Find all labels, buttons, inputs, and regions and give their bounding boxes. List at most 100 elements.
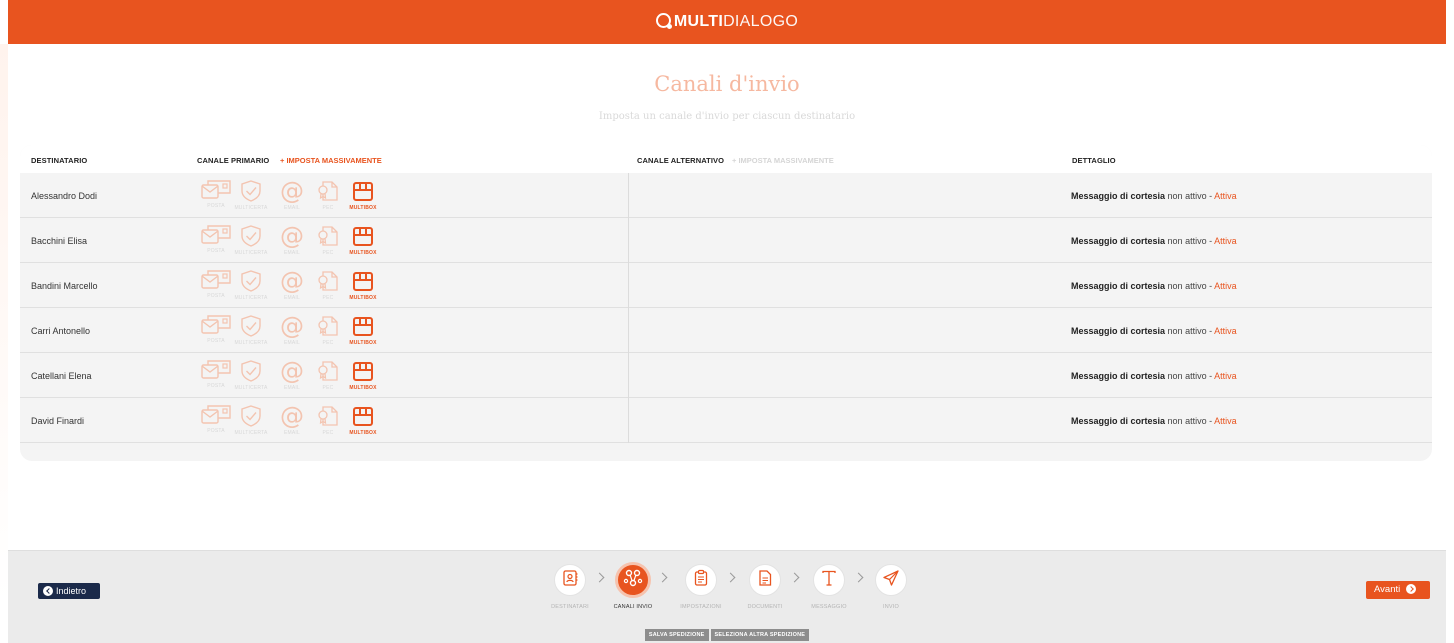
courtesy-message-label: Messaggio di cortesia (1071, 281, 1166, 291)
at-sign-icon: @ (272, 359, 312, 383)
channel-pec-option[interactable]: PEC (308, 179, 348, 215)
shield-check-icon (231, 269, 271, 293)
channel-multibox-option[interactable]: MULTIBOX (343, 404, 383, 440)
detail-cell: Messaggio di cortesia non attivo - Attiv… (1071, 281, 1237, 291)
channel-posta-option[interactable]: POSTA (196, 404, 236, 440)
set-alternative-bulk-link[interactable]: + IMPOSTA MASSIVAMENTE (732, 156, 834, 165)
recipient-name: Alessandro Dodi (31, 191, 98, 201)
channel-email-option[interactable]: @ EMAIL (272, 359, 312, 395)
channel-multicerta-option[interactable]: MULTICERTA (231, 404, 271, 440)
select-other-shipment-button[interactable]: SELEZIONA ALTRA SPEDIZIONE (710, 629, 810, 641)
detail-separator: - (1209, 281, 1213, 291)
svg-text:@: @ (280, 269, 304, 293)
left-gutter (0, 44, 8, 604)
wizard-step[interactable]: INVIO (861, 564, 921, 610)
detail-separator: - (1209, 236, 1213, 246)
activate-link[interactable]: Attiva (1214, 371, 1237, 381)
activate-link[interactable]: Attiva (1214, 326, 1237, 336)
detail-separator: - (1209, 191, 1213, 201)
address-book-icon (561, 569, 579, 592)
channel-label: EMAIL (283, 430, 300, 436)
detail-cell: Messaggio di cortesia non attivo - Attiv… (1071, 191, 1237, 201)
channel-label: MULTICERTA (234, 385, 268, 391)
activate-link[interactable]: Attiva (1214, 191, 1237, 201)
channel-multibox-option[interactable]: MULTIBOX (343, 314, 383, 350)
at-sign-icon: @ (272, 179, 312, 203)
header-primary-channel: CANALE PRIMARIO (197, 156, 270, 165)
svg-text:@: @ (280, 314, 304, 338)
recipient-name: David Finardi (31, 416, 85, 426)
step-bubble (875, 564, 907, 596)
channel-pec-option[interactable]: PEC (308, 224, 348, 260)
step-label: INVIO (883, 604, 899, 610)
activate-link[interactable]: Attiva (1214, 416, 1237, 426)
channel-label: MULTIBOX (349, 205, 377, 211)
channel-email-option[interactable]: @ EMAIL (272, 314, 312, 350)
recipient-name: Catellani Elena (31, 371, 92, 381)
channel-email-option[interactable]: @ EMAIL (272, 179, 312, 215)
step-label: MESSAGGIO (811, 604, 847, 610)
multidialogo-logo[interactable]: MULTIDIALOGO (8, 13, 1446, 31)
next-button[interactable]: Avanti (1366, 581, 1430, 599)
channel-posta-option[interactable]: POSTA (196, 179, 236, 215)
channel-multibox-option[interactable]: MULTIBOX (343, 224, 383, 260)
column-divider (628, 173, 629, 218)
channel-email-option[interactable]: @ EMAIL (272, 224, 312, 260)
channel-multibox-option[interactable]: MULTIBOX (343, 359, 383, 395)
channel-email-option[interactable]: @ EMAIL (272, 269, 312, 305)
box-icon (343, 179, 383, 203)
header-recipient: DESTINATARIO (31, 156, 88, 165)
column-divider (628, 218, 629, 263)
shield-check-icon (231, 179, 271, 203)
table-header: DESTINATARIO CANALE PRIMARIO + IMPOSTA M… (20, 145, 1432, 173)
set-primary-bulk-link[interactable]: + IMPOSTA MASSIVAMENTE (280, 156, 382, 165)
channel-label: PEC (322, 385, 334, 391)
channel-multicerta-option[interactable]: MULTICERTA (231, 179, 271, 215)
wizard-step[interactable]: CANALI INVIO (603, 562, 663, 610)
courtesy-message-label: Messaggio di cortesia (1071, 236, 1166, 246)
mail-postal-icon (196, 359, 236, 381)
step-label: DESTINATARI (551, 604, 589, 610)
channel-label: EMAIL (283, 385, 300, 391)
channel-multibox-option[interactable]: MULTIBOX (343, 179, 383, 215)
at-sign-icon: @ (272, 224, 312, 248)
channel-multibox-option[interactable]: MULTIBOX (343, 269, 383, 305)
channel-posta-option[interactable]: POSTA (196, 269, 236, 305)
courtesy-message-label: Messaggio di cortesia (1071, 416, 1166, 426)
channel-pec-option[interactable]: PEC (308, 269, 348, 305)
channel-multicerta-option[interactable]: MULTICERTA (231, 359, 271, 395)
certified-doc-icon (308, 359, 348, 383)
channel-multicerta-option[interactable]: MULTICERTA (231, 224, 271, 260)
channel-label: MULTICERTA (234, 430, 268, 436)
courtesy-status: non attivo (1167, 416, 1207, 426)
save-shipment-button[interactable]: SALVA SPEDIZIONE (644, 629, 709, 641)
table-row: David Finardi POSTA MULTICERTA @ EMAIL PEC MUL… (20, 398, 1432, 443)
wizard-step[interactable]: DOCUMENTI (735, 564, 795, 610)
channel-pec-option[interactable]: PEC (308, 359, 348, 395)
channel-email-option[interactable]: @ EMAIL (272, 404, 312, 440)
svg-text:@: @ (280, 359, 304, 383)
wizard-step[interactable]: DESTINATARI (540, 564, 600, 610)
channel-multicerta-option[interactable]: MULTICERTA (231, 314, 271, 350)
mail-postal-icon (196, 224, 236, 246)
channel-posta-option[interactable]: POSTA (196, 224, 236, 260)
wizard-step[interactable]: MESSAGGIO (799, 564, 859, 610)
svg-text:@: @ (280, 404, 304, 428)
column-divider (628, 353, 629, 398)
channel-pec-option[interactable]: PEC (308, 404, 348, 440)
certified-doc-icon (308, 404, 348, 428)
page-title: Canali d'invio (654, 72, 800, 96)
channel-posta-option[interactable]: POSTA (196, 359, 236, 395)
channel-pec-option[interactable]: PEC (308, 314, 348, 350)
box-icon (343, 224, 383, 248)
channel-multicerta-option[interactable]: MULTICERTA (231, 269, 271, 305)
activate-link[interactable]: Attiva (1214, 236, 1237, 246)
detail-cell: Messaggio di cortesia non attivo - Attiv… (1071, 416, 1237, 426)
wizard-steps: DESTINATARI CANALI INVIO IMPOSTAZIONI DOCUM… (8, 551, 1446, 621)
step-bubble (554, 564, 586, 596)
wizard-step[interactable]: IMPOSTAZIONI (671, 564, 731, 610)
step-label: DOCUMENTI (747, 604, 783, 610)
activate-link[interactable]: Attiva (1214, 281, 1237, 291)
channel-label: EMAIL (283, 205, 300, 211)
channel-posta-option[interactable]: POSTA (196, 314, 236, 350)
